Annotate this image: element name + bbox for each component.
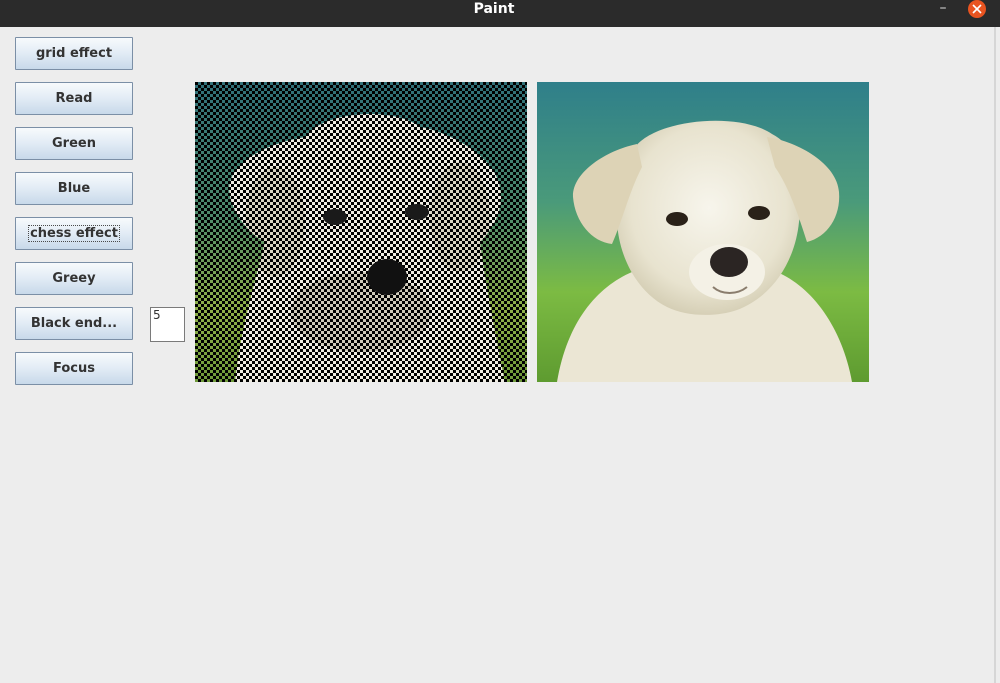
read-button[interactable]: Read [15,82,133,115]
green-button[interactable]: Green [15,127,133,160]
focus-button[interactable]: Focus [15,352,133,385]
puppy-original-image [537,82,869,382]
close-icon [972,4,982,14]
window-title: Paint [473,1,515,17]
original-image [537,82,869,382]
window-edge [994,27,996,683]
grid-effect-button[interactable]: grid effect [15,37,133,70]
title-bar[interactable]: Paint – [0,0,1000,27]
read-button-label: Read [55,91,93,106]
black-end-button-label: Black end... [30,316,118,331]
grid-effect-button-label: grid effect [35,46,113,61]
green-button-label: Green [52,136,96,151]
processed-image [195,82,527,382]
blue-button-label: Blue [57,181,91,196]
chess-effect-button[interactable]: chess effect [15,217,133,250]
greey-button-label: Greey [52,271,96,286]
greey-button[interactable]: Greey [15,262,133,295]
blue-button[interactable]: Blue [15,172,133,205]
chess-effect-button-label: chess effect [28,225,120,242]
focus-button-label: Focus [53,361,95,376]
effect-size-input[interactable]: 5 [150,307,185,342]
close-button[interactable] [968,0,986,18]
minimize-button[interactable]: – [933,0,953,19]
black-end-button[interactable]: Black end... [15,307,133,340]
puppy-chess-effect-image [195,82,527,382]
paint-window: Paint – grid effect Read Green Blue ches… [0,0,1000,683]
